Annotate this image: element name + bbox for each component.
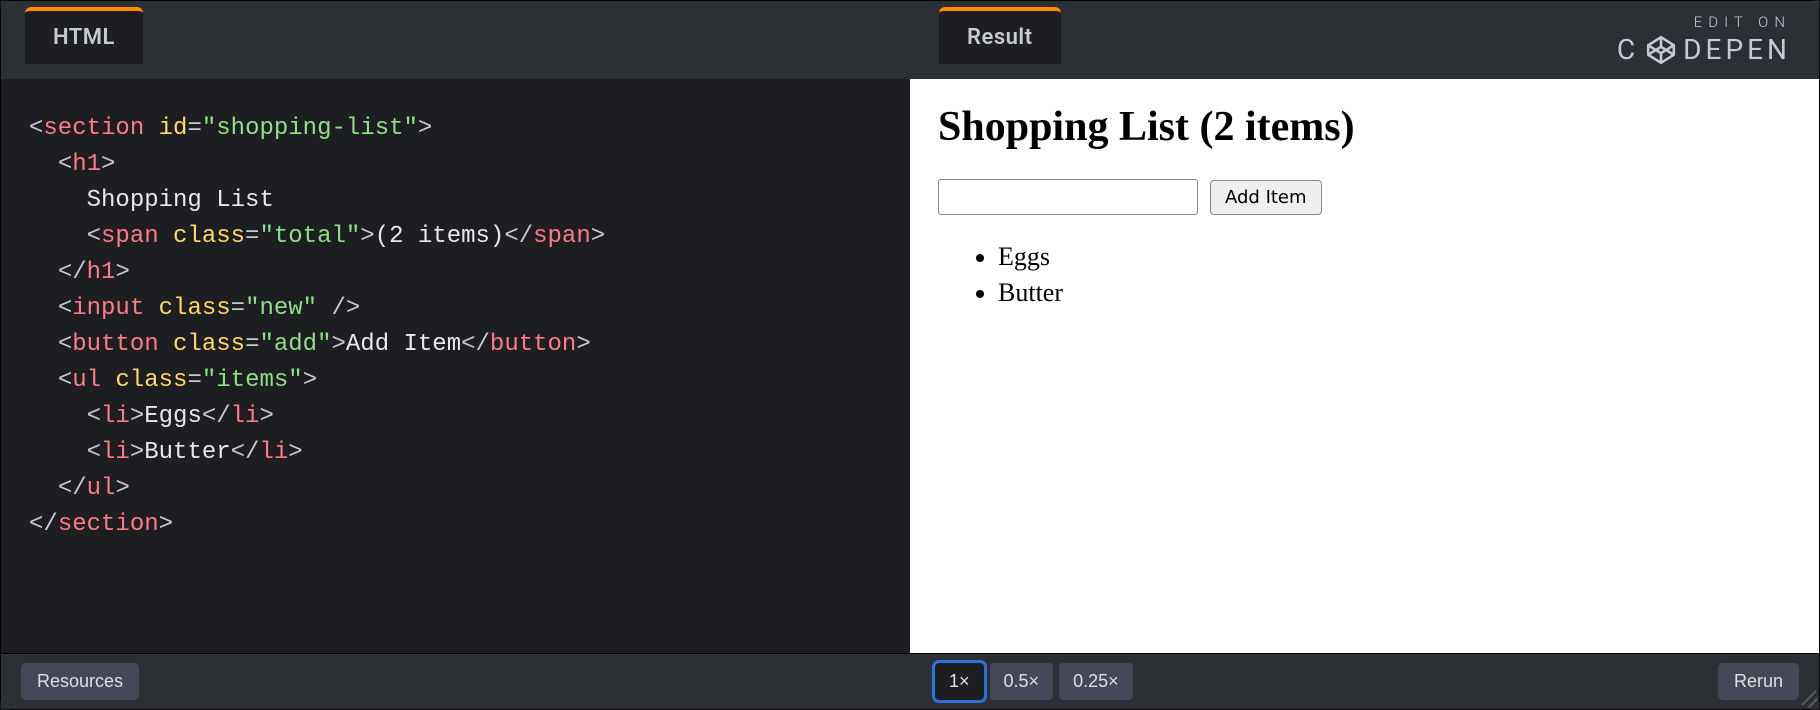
code-token: = (245, 331, 259, 358)
code-token: </ (202, 403, 231, 430)
code-token: = (245, 223, 259, 250)
code-token: > (576, 331, 590, 358)
html-editor[interactable]: <section id="shopping-list"> <h1> Shoppi… (1, 79, 910, 653)
code-token: class (173, 223, 245, 250)
code-token: > (259, 403, 273, 430)
code-token: > (331, 331, 345, 358)
code-token: h1 (72, 151, 101, 178)
code-token: </ (461, 331, 490, 358)
code-token: li (101, 439, 130, 466)
code-token: > (159, 511, 173, 538)
code-token: < (58, 151, 72, 178)
code-token: "new" (245, 295, 317, 322)
code-token: ul (72, 367, 101, 394)
code-token: span (101, 223, 159, 250)
list-item: Eggs (998, 239, 1791, 275)
code-token: > (303, 367, 317, 394)
code-token: class (173, 331, 245, 358)
tab-html[interactable]: HTML (25, 7, 143, 64)
code-token: = (187, 115, 201, 142)
brand-edit-on-label: EDIT ON (1617, 13, 1791, 31)
tab-result[interactable]: Result (939, 7, 1061, 64)
code-token: Eggs (144, 403, 202, 430)
rerun-button[interactable]: Rerun (1718, 663, 1799, 700)
code-token: input (72, 295, 144, 322)
code-token: class (115, 367, 187, 394)
footer-bar: Resources 1× 0.5× 0.25× Rerun (1, 653, 1819, 709)
code-token: > (130, 403, 144, 430)
code-token: > (115, 475, 129, 502)
panes: <section id="shopping-list"> <h1> Shoppi… (1, 79, 1819, 653)
items-list: Eggs Butter (938, 239, 1791, 312)
code-token: > (130, 439, 144, 466)
code-token: > (418, 115, 432, 142)
code-token: < (29, 115, 43, 142)
code-token: "add" (259, 331, 331, 358)
result-heading: Shopping List (2 items) (938, 103, 1791, 151)
code-token: < (58, 295, 72, 322)
code-token: "total" (259, 223, 360, 250)
code-token: < (87, 223, 101, 250)
code-token: < (87, 403, 101, 430)
codepen-logo-icon (1645, 34, 1677, 66)
code-token: li (101, 403, 130, 430)
code-token: </ (231, 439, 260, 466)
zoom-05x-button[interactable]: 0.5× (990, 663, 1054, 700)
code-token: class (159, 295, 231, 322)
code-token: < (58, 367, 72, 394)
code-token: = (187, 367, 201, 394)
code-token: "items" (202, 367, 303, 394)
resources-button[interactable]: Resources (21, 663, 139, 700)
code-token: ul (87, 475, 116, 502)
header-bar: HTML Result EDIT ON C DEPEN (1, 1, 1819, 79)
code-token: </ (29, 511, 58, 538)
code-token: = (231, 295, 245, 322)
zoom-1x-button[interactable]: 1× (935, 663, 984, 700)
brand-name-right: DEPEN (1683, 33, 1791, 66)
zoom-controls: 1× 0.5× 0.25× (935, 663, 1133, 700)
code-token: button (72, 331, 158, 358)
add-item-button[interactable]: Add Item (1210, 180, 1322, 215)
zoom-025x-button[interactable]: 0.25× (1059, 663, 1133, 700)
code-token: > (591, 223, 605, 250)
brand-name-left: C (1617, 33, 1639, 66)
code-token: (2 items) (375, 223, 505, 250)
code-token: < (87, 439, 101, 466)
code-token: section (58, 511, 159, 538)
code-token: > (115, 259, 129, 286)
code-token: </ (504, 223, 533, 250)
code-token: /> (317, 295, 360, 322)
code-token: Add Item (346, 331, 461, 358)
resize-handle-icon[interactable] (1795, 685, 1817, 707)
code-token: Shopping List (87, 187, 274, 214)
result-preview: Shopping List (2 items) Add Item Eggs Bu… (910, 79, 1819, 653)
code-token: > (101, 151, 115, 178)
code-token: > (360, 223, 374, 250)
code-token: button (490, 331, 576, 358)
code-token: h1 (87, 259, 116, 286)
code-token: span (533, 223, 591, 250)
code-token: section (43, 115, 144, 142)
code-token: li (231, 403, 260, 430)
brand-link[interactable]: EDIT ON C DEPEN (1617, 13, 1791, 66)
code-token: id (159, 115, 188, 142)
code-token: </ (58, 259, 87, 286)
new-item-input[interactable] (938, 179, 1198, 215)
list-item: Butter (998, 275, 1791, 311)
code-token: > (288, 439, 302, 466)
codepen-embed: HTML Result EDIT ON C DEPEN <secti (0, 0, 1820, 710)
code-token: </ (58, 475, 87, 502)
code-token: Butter (144, 439, 230, 466)
code-token: < (58, 331, 72, 358)
code-token: "shopping-list" (202, 115, 418, 142)
code-token: li (259, 439, 288, 466)
